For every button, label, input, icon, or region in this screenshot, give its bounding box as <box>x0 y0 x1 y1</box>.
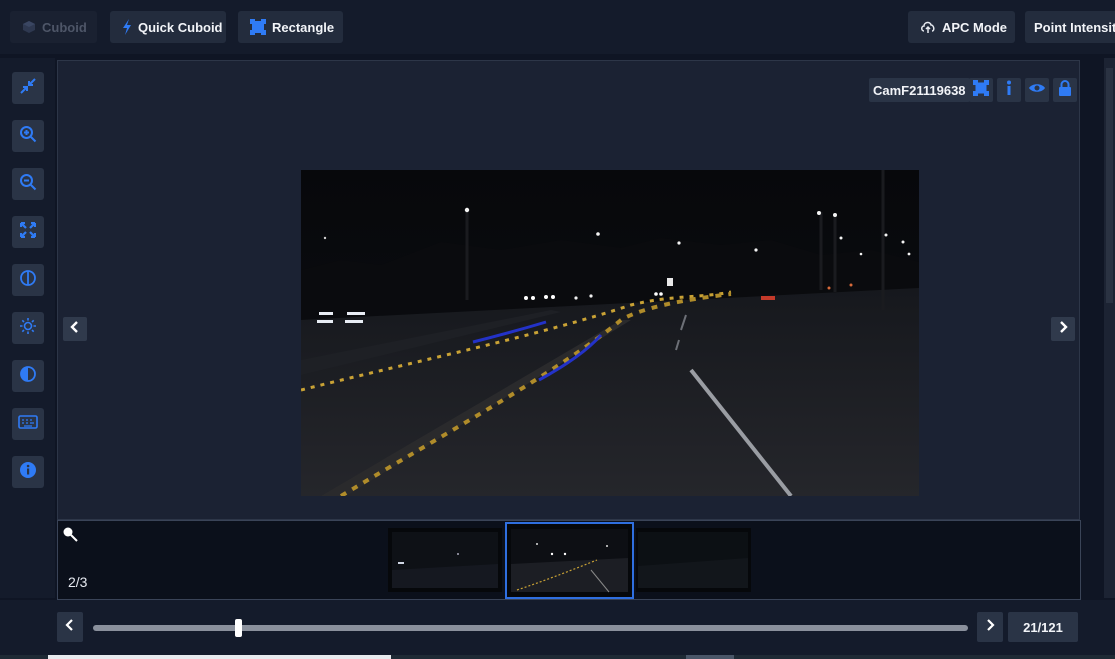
contrast-icon <box>19 365 37 388</box>
top-toolbar: Cuboid Quick Cuboid Rectangle APC Mode P… <box>0 0 1115 54</box>
quick-cuboid-label: Quick Cuboid <box>138 19 223 35</box>
frame-counter: 21/121 <box>1008 612 1078 642</box>
apc-mode-label: APC Mode <box>942 19 1007 35</box>
bounding-box-icon <box>250 19 266 35</box>
camera-bbox-button[interactable] <box>969 78 993 102</box>
camera-info-button[interactable] <box>997 78 1021 102</box>
camera-visibility-button[interactable] <box>1025 78 1049 102</box>
rectangle-button[interactable]: Rectangle <box>238 11 343 43</box>
fit-screen-icon <box>19 221 37 243</box>
half-circle-icon <box>19 269 37 292</box>
footer-segment <box>686 655 734 659</box>
next-camera-button[interactable] <box>1051 317 1075 341</box>
keyboard-button[interactable] <box>12 408 44 440</box>
chevron-right-icon <box>985 618 995 636</box>
chevron-left-icon <box>65 618 75 636</box>
keyboard-icon <box>18 414 38 434</box>
chevron-left-icon <box>70 320 80 338</box>
lock-icon <box>1058 79 1072 101</box>
prev-camera-button[interactable] <box>63 317 87 341</box>
apc-mode-button[interactable]: APC Mode <box>908 11 1015 43</box>
point-intensity-button[interactable]: Point Intensity <box>1025 11 1115 43</box>
compress-icon <box>20 77 36 99</box>
bounding-box-icon <box>973 79 989 101</box>
camera-name-label: CamF21119638 <box>869 78 970 102</box>
cloud-upload-icon <box>920 20 936 34</box>
scrollbar-thumb[interactable] <box>1106 68 1113 303</box>
chevron-right-icon <box>1058 320 1068 338</box>
thumbnail-1[interactable] <box>388 528 502 592</box>
fit-screen-button[interactable] <box>12 216 44 248</box>
thumbnail-3[interactable] <box>636 528 751 592</box>
frame-slider-handle[interactable] <box>234 619 242 637</box>
camera-counter: 2/3 <box>68 574 88 590</box>
quick-cuboid-button[interactable]: Quick Cuboid <box>110 11 226 43</box>
eye-icon <box>1028 81 1046 99</box>
zoom-out-button[interactable] <box>12 168 44 200</box>
rectangle-label: Rectangle <box>272 19 335 35</box>
footer-strip <box>0 655 1115 659</box>
zoom-in-icon <box>19 125 37 148</box>
frame-slider-track[interactable] <box>93 625 968 631</box>
cuboid-button[interactable]: Cuboid <box>10 11 97 43</box>
prev-frame-button[interactable] <box>57 612 83 642</box>
cuboid-label: Cuboid <box>42 19 87 35</box>
lightning-icon <box>122 19 132 35</box>
right-scrollbar[interactable] <box>1104 58 1115 598</box>
camera-lock-button[interactable] <box>1053 78 1077 102</box>
opacity-button[interactable] <box>12 264 44 296</box>
next-frame-button[interactable] <box>977 612 1003 642</box>
camera-image[interactable] <box>300 170 919 498</box>
brightness-icon <box>19 317 37 340</box>
brightness-button[interactable] <box>12 312 44 344</box>
thumbnail-2[interactable] <box>505 522 634 599</box>
footer-segment <box>48 655 391 659</box>
info-icon <box>1005 80 1013 101</box>
pin-icon[interactable] <box>61 525 79 548</box>
cube-icon <box>22 20 36 34</box>
point-intensity-label: Point Intensity <box>1034 19 1115 35</box>
zoom-in-button[interactable] <box>12 120 44 152</box>
zoom-out-icon <box>19 173 37 196</box>
info-icon <box>19 461 37 484</box>
info-button[interactable] <box>12 456 44 488</box>
compress-button[interactable] <box>12 72 44 104</box>
contrast-button[interactable] <box>12 360 44 392</box>
